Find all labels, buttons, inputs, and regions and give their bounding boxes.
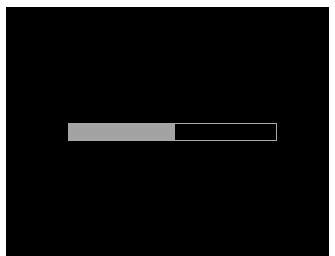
progress-bar — [68, 123, 277, 141]
progress-bar-fill — [69, 124, 175, 140]
loading-screen — [6, 7, 329, 256]
